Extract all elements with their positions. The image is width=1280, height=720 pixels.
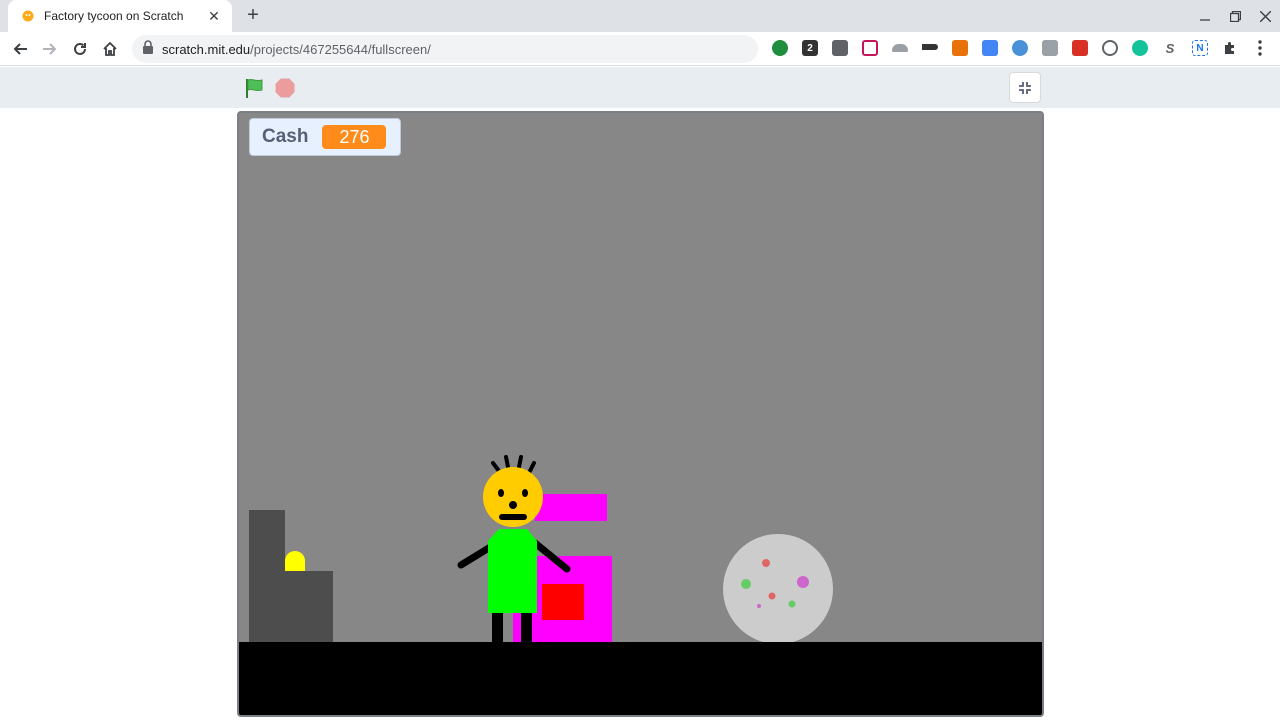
extension-circle-icon[interactable] (1012, 40, 1028, 56)
cash-value: 276 (322, 125, 387, 149)
address-bar[interactable]: scratch.mit.edu/projects/467255644/fulls… (132, 35, 758, 63)
cash-monitor: Cash 276 (249, 118, 402, 156)
extension-puzzle-gray-icon[interactable] (1042, 40, 1058, 56)
kebab-menu-icon[interactable] (1252, 40, 1268, 56)
extension-2-icon[interactable]: 2 (802, 40, 818, 56)
scratch-cat-icon (20, 8, 36, 24)
plus-icon[interactable]: + (242, 4, 264, 26)
close-window-icon[interactable] (1255, 6, 1275, 26)
lock-icon (142, 39, 154, 59)
stop-sign-icon[interactable] (275, 78, 295, 98)
extension-speed-icon[interactable] (1102, 40, 1118, 56)
unfullscreen-icon[interactable] (1009, 72, 1041, 103)
url-path: /projects/467255644/fullscreen/ (250, 41, 431, 57)
scratch-stage[interactable]: Cash 276 (237, 111, 1044, 717)
extension-pdf-icon[interactable] (1072, 40, 1088, 56)
extension-s-icon[interactable]: S (1162, 40, 1178, 56)
extension-globe-icon[interactable] (772, 40, 788, 56)
scratch-fullscreen-header (0, 67, 1280, 108)
extension-ring-icon[interactable] (862, 40, 878, 56)
home-icon[interactable] (98, 37, 122, 61)
extension-azure-icon[interactable] (982, 40, 998, 56)
extension-n-icon[interactable]: N (1192, 40, 1208, 56)
character-sprite (457, 455, 571, 645)
extension-pen-icon[interactable] (922, 44, 938, 50)
close-icon[interactable]: ✕ (206, 8, 222, 24)
green-flag-icon[interactable] (244, 77, 266, 99)
back-arrow-icon[interactable] (8, 37, 32, 61)
minimize-icon[interactable] (1195, 6, 1215, 26)
url-host: scratch.mit.edu (162, 41, 251, 57)
browser-tab[interactable]: Factory tycoon on Scratch ✕ (8, 0, 232, 32)
extension-grammarly-icon[interactable] (1132, 40, 1148, 56)
extension-cloud-icon[interactable] (892, 44, 908, 52)
reload-icon[interactable] (68, 37, 92, 61)
ground (239, 642, 1042, 715)
building-tower (249, 510, 285, 642)
tab-strip: Factory tycoon on Scratch ✕ + (0, 0, 1280, 32)
coin-sprite (285, 551, 305, 571)
extension-grid-icon[interactable] (952, 40, 968, 56)
forward-arrow-icon[interactable] (38, 37, 62, 61)
tab-title: Factory tycoon on Scratch (44, 9, 184, 23)
building-base (285, 571, 333, 642)
restore-icon[interactable] (1225, 6, 1245, 26)
cash-label: Cash (262, 126, 309, 147)
orb-sprite (723, 534, 833, 644)
browser-toolbar: scratch.mit.edu/projects/467255644/fulls… (0, 32, 1280, 88)
extension-frame-icon[interactable] (832, 40, 848, 56)
puzzle-icon[interactable] (1222, 40, 1238, 56)
